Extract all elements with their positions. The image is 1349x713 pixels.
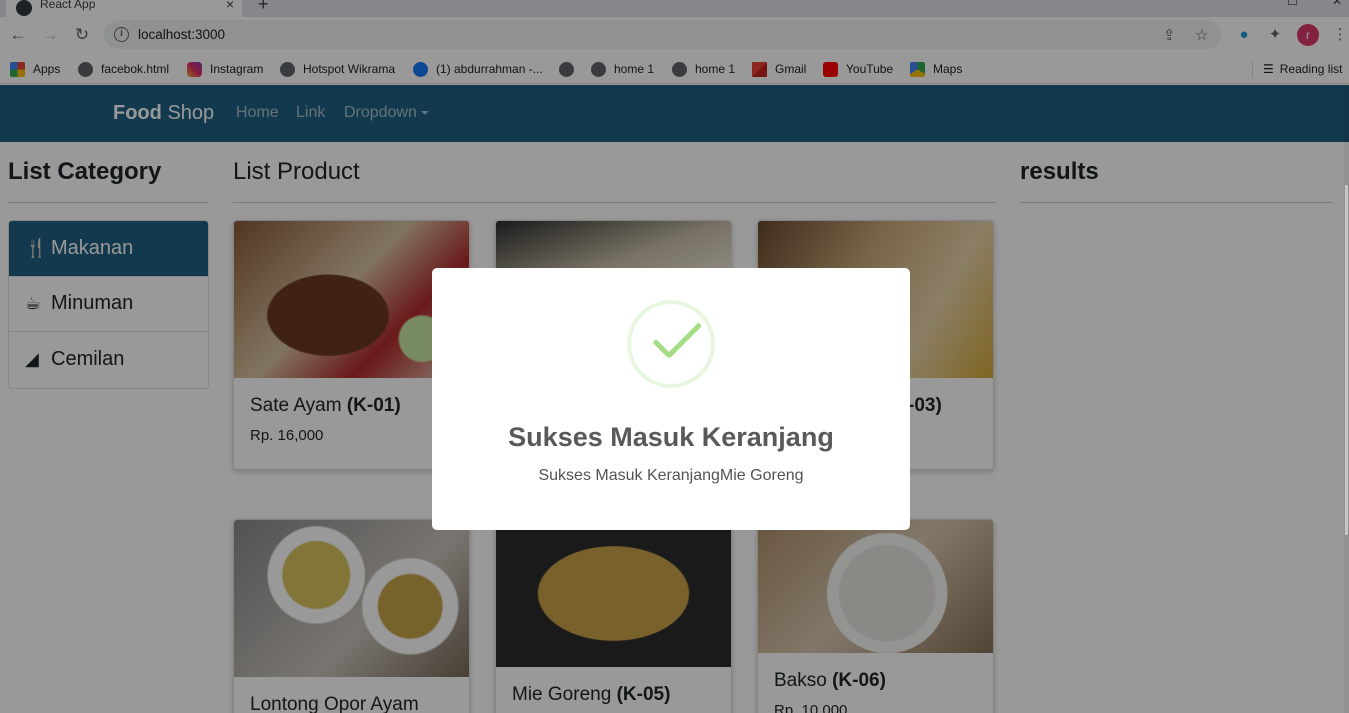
scrollbar-thumb[interactable] — [1345, 185, 1348, 535]
check-long-stroke — [665, 322, 703, 359]
modal-title: Sukses Masuk Keranjang — [508, 422, 834, 452]
modal-text: Sukses Masuk KeranjangMie Goreng — [538, 467, 804, 484]
page-scrollbar[interactable] — [1344, 85, 1349, 713]
success-modal: Sukses Masuk Keranjang Sukses Masuk Kera… — [432, 268, 910, 530]
success-check-icon — [627, 300, 715, 388]
